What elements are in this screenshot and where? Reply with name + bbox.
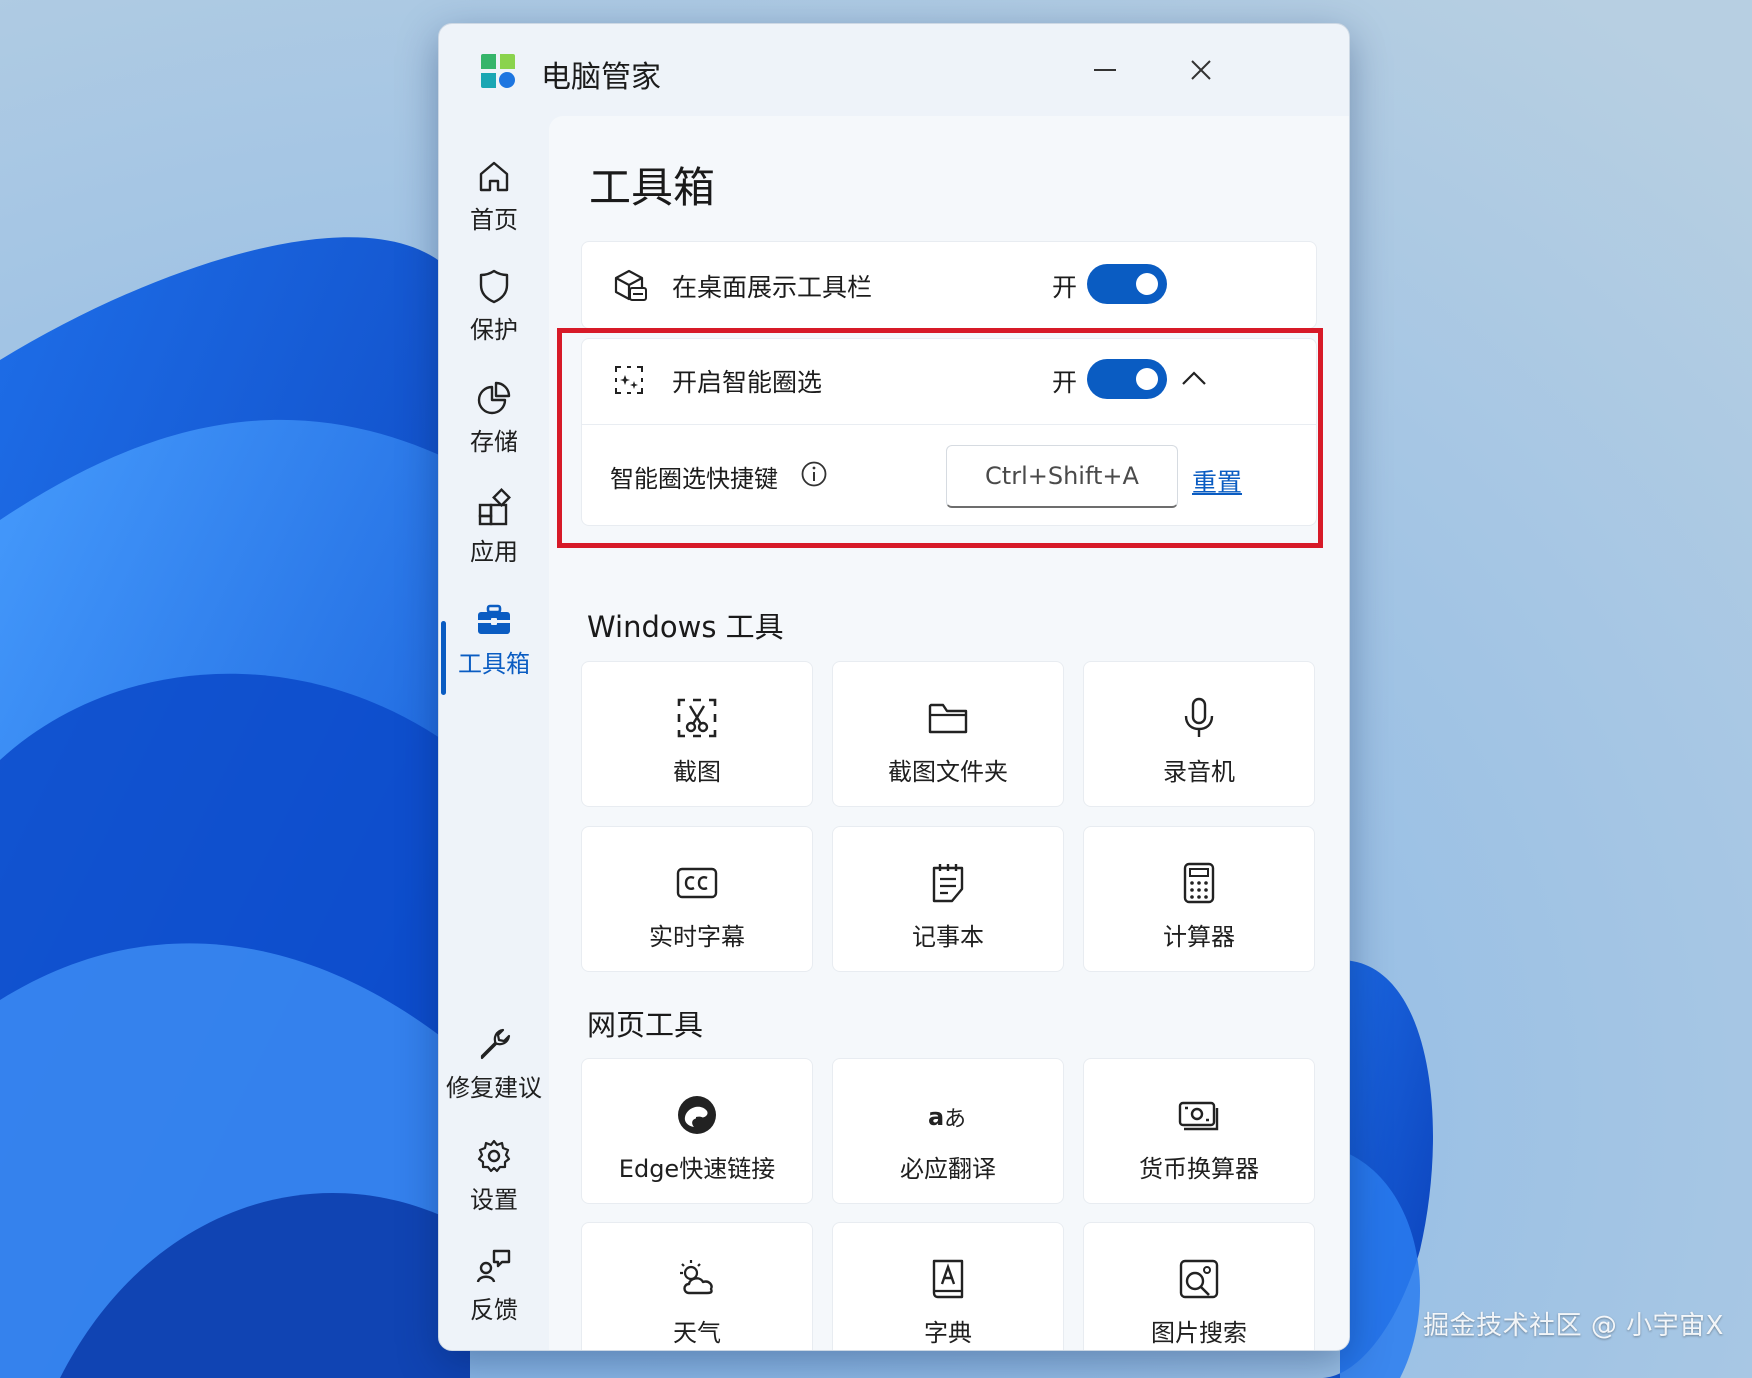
notepad-icon bbox=[932, 864, 964, 903]
tool-label: Edge快速链接 bbox=[618, 1155, 776, 1183]
folder-icon bbox=[928, 703, 968, 734]
shield-icon bbox=[479, 269, 509, 304]
web-tools-title: 网页工具 bbox=[587, 1008, 704, 1042]
tool-tile-live-captions[interactable]: 实时字幕 bbox=[581, 826, 813, 972]
minimize-button[interactable] bbox=[1081, 48, 1129, 92]
tool-tile-currency-converter[interactable]: 货币换算器 bbox=[1083, 1058, 1315, 1204]
sidebar-item-label: 修复建议 bbox=[446, 1074, 542, 1102]
snipping-icon bbox=[677, 698, 717, 738]
tool-label: 实时字幕 bbox=[649, 923, 745, 951]
image-search-icon bbox=[1179, 1259, 1219, 1299]
sidebar-item-label: 设置 bbox=[470, 1186, 518, 1214]
tool-label: 图片搜索 bbox=[1151, 1319, 1247, 1347]
sidebar-item-feedback[interactable]: 反馈 bbox=[439, 1246, 549, 1346]
dictionary-icon bbox=[932, 1259, 964, 1299]
tool-tile-bing-translate[interactable]: aあ 必应翻译 bbox=[832, 1058, 1064, 1204]
sidebar-item-label: 工具箱 bbox=[458, 650, 530, 678]
tool-label: 计算器 bbox=[1163, 923, 1235, 951]
wrench-icon bbox=[480, 1028, 511, 1060]
apps-icon bbox=[478, 488, 511, 526]
tool-label: 录音机 bbox=[1163, 758, 1235, 786]
minimize-icon bbox=[1094, 69, 1116, 71]
gear-icon bbox=[477, 1139, 511, 1173]
tool-tile-recorder[interactable]: 录音机 bbox=[1083, 661, 1315, 807]
svg-text:a: a bbox=[928, 1103, 944, 1131]
close-icon bbox=[1191, 60, 1211, 80]
sidebar-item-label: 首页 bbox=[470, 206, 518, 234]
microphone-icon bbox=[1184, 697, 1214, 737]
tool-tile-screenshot-folder[interactable]: 截图文件夹 bbox=[832, 661, 1064, 807]
tool-label: 截图 bbox=[673, 758, 721, 786]
pie-chart-icon bbox=[477, 381, 511, 415]
app-logo-icon bbox=[481, 54, 515, 88]
captions-icon bbox=[676, 867, 718, 899]
title-bar[interactable]: 电脑管家 bbox=[439, 24, 1349, 116]
sidebar-item-label: 应用 bbox=[470, 538, 518, 566]
tool-tile-calculator[interactable]: 计算器 bbox=[1083, 826, 1315, 972]
tool-tile-edge-links[interactable]: Edge快速链接 bbox=[581, 1058, 813, 1204]
tool-label: 截图文件夹 bbox=[888, 758, 1008, 786]
sidebar-nav: 首页 保护 存储 应用 工具箱 修复建议 设置 反馈 bbox=[439, 116, 549, 1350]
close-button[interactable] bbox=[1177, 48, 1225, 92]
tool-label: 必应翻译 bbox=[900, 1155, 996, 1183]
weather-icon bbox=[680, 1260, 713, 1295]
desktop-toolbar-label: 在桌面展示工具栏 bbox=[672, 273, 873, 302]
desktop-toolbar-toggle[interactable] bbox=[1087, 264, 1167, 304]
toolbox-icon bbox=[478, 604, 510, 634]
home-icon bbox=[479, 161, 509, 192]
translate-icon: aあ bbox=[928, 1103, 966, 1132]
sidebar-item-label: 反馈 bbox=[470, 1296, 518, 1324]
calculator-icon bbox=[1183, 862, 1215, 904]
sidebar-item-protection[interactable]: 保护 bbox=[439, 266, 549, 366]
desktop-toolbar-state: 开 bbox=[1052, 273, 1078, 302]
tool-tile-notepad[interactable]: 记事本 bbox=[832, 826, 1064, 972]
sidebar-item-repair[interactable]: 修复建议 bbox=[439, 1024, 549, 1124]
tool-label: 字典 bbox=[924, 1319, 972, 1347]
main-content: 工具箱 在桌面展示工具栏 开 开启智能圈选 开 智能圈选快捷键 Ctrl+Shi… bbox=[549, 116, 1349, 1350]
tool-label: 天气 bbox=[673, 1319, 721, 1347]
currency-icon bbox=[1178, 1101, 1219, 1131]
sidebar-item-label: 保护 bbox=[470, 316, 518, 344]
page-title: 工具箱 bbox=[589, 163, 716, 212]
desktop-toolbar-row: 在桌面展示工具栏 开 bbox=[581, 241, 1317, 329]
sidebar-item-settings[interactable]: 设置 bbox=[439, 1136, 549, 1236]
tool-tile-snipping[interactable]: 截图 bbox=[581, 661, 813, 807]
tool-tile-dictionary[interactable]: 字典 bbox=[832, 1222, 1064, 1350]
windows-tools-title: Windows 工具 bbox=[587, 610, 784, 644]
app-title: 电脑管家 bbox=[541, 60, 661, 95]
tool-tile-weather[interactable]: 天气 bbox=[581, 1222, 813, 1350]
highlight-box bbox=[557, 328, 1323, 548]
feedback-icon bbox=[476, 1249, 511, 1283]
tool-label: 货币换算器 bbox=[1139, 1155, 1259, 1183]
tool-tile-image-search[interactable]: 图片搜索 bbox=[1083, 1222, 1315, 1350]
toggle-knob bbox=[1136, 273, 1158, 295]
sidebar-item-home[interactable]: 首页 bbox=[439, 156, 549, 256]
app-window: 电脑管家 首页 保护 存储 应用 工具箱 修复建议 设置 反馈 工具箱 在桌面展… bbox=[438, 23, 1350, 1351]
sidebar-item-storage[interactable]: 存储 bbox=[439, 378, 549, 478]
tool-label: 记事本 bbox=[912, 923, 984, 951]
svg-text:あ: あ bbox=[944, 1107, 966, 1132]
watermark-text: 掘金技术社区 @ 小宇宙X bbox=[1423, 1311, 1724, 1341]
edge-icon bbox=[678, 1096, 716, 1134]
sidebar-item-label: 存储 bbox=[470, 428, 518, 456]
sidebar-item-apps[interactable]: 应用 bbox=[439, 488, 549, 588]
sidebar-item-toolbox[interactable]: 工具箱 bbox=[439, 600, 549, 700]
toolbar-box-icon bbox=[614, 269, 647, 301]
